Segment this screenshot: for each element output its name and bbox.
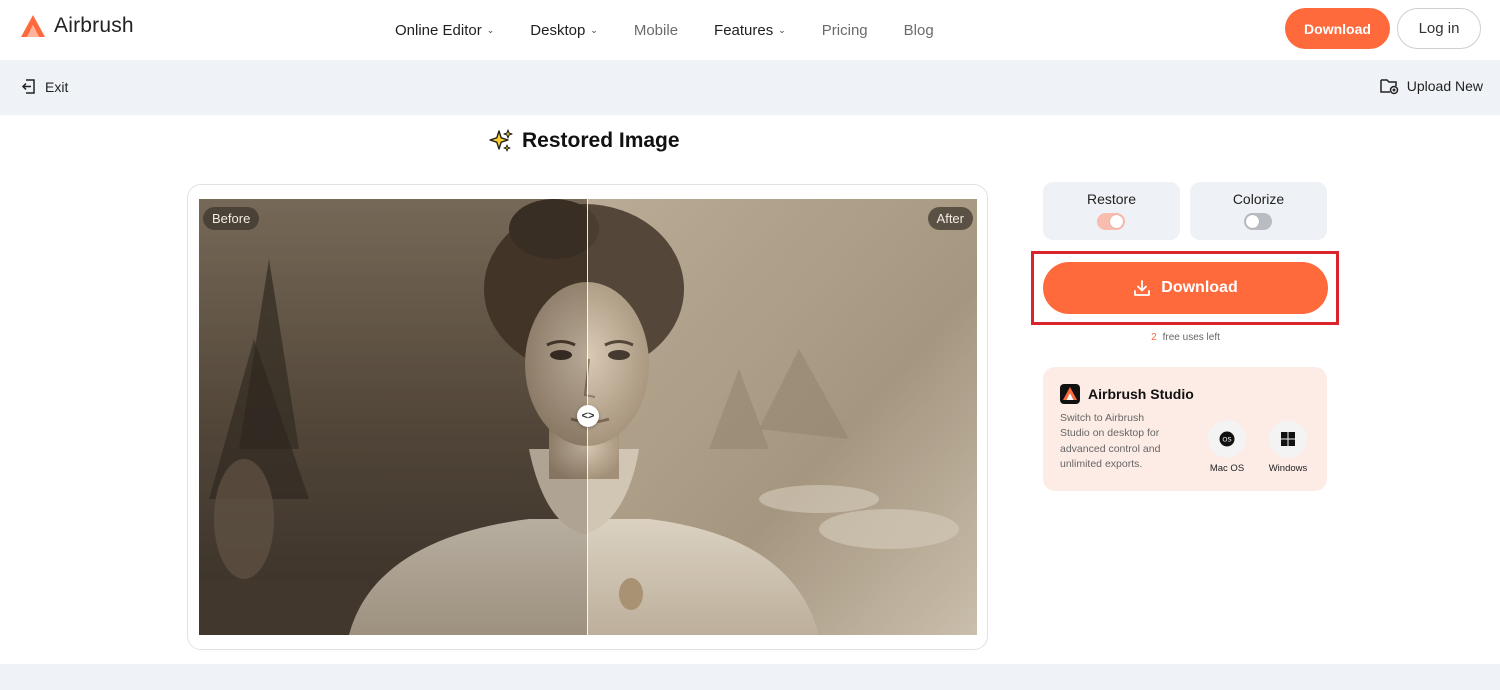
page-title-text: Restored Image — [522, 129, 680, 152]
studio-description: Switch to Airbrush Studio on desktop for… — [1060, 412, 1161, 470]
nav-mobile[interactable]: Mobile — [634, 22, 678, 39]
top-navigation: Airbrush Online Editor ⌄ Desktop ⌄ Mobil… — [0, 0, 1500, 60]
restore-label: Restore — [1086, 191, 1137, 207]
apple-icon: OS — [1219, 431, 1235, 447]
studio-header: Airbrush Studio — [1060, 384, 1194, 404]
brand-name: Airbrush — [54, 14, 134, 37]
footer-strip — [0, 664, 1500, 690]
chevron-down-icon: ⌄ — [778, 24, 786, 35]
nav-features[interactable]: Features ⌄ — [714, 22, 786, 39]
download-icon — [1134, 280, 1151, 296]
airbrush-logo[interactable]: Airbrush — [20, 14, 134, 38]
windows-icon-circle — [1269, 420, 1307, 458]
folder-upload-icon — [1379, 79, 1398, 95]
windows-download-link[interactable]: Windows — [1258, 420, 1318, 474]
download-button[interactable]: Download — [1043, 262, 1328, 314]
nav-online-editor[interactable]: Online Editor ⌄ — [395, 22, 494, 39]
free-uses-count: 2 — [1151, 332, 1157, 343]
nav-label: Online Editor — [395, 21, 482, 39]
after-badge: After — [927, 207, 973, 230]
windows-icon — [1281, 432, 1295, 446]
restore-option[interactable]: Restore — [1043, 182, 1180, 240]
airbrush-studio-icon — [1060, 384, 1080, 404]
free-uses-info: 2 free uses left — [1043, 332, 1328, 343]
nav-desktop[interactable]: Desktop ⌄ — [530, 22, 598, 39]
before-badge: Before — [203, 207, 260, 230]
image-comparer-card: Before After <> — [187, 184, 988, 650]
upload-new-button[interactable]: Upload New — [1379, 76, 1483, 95]
nav-label: Mobile — [633, 21, 679, 39]
editor-toolbar: Exit Upload New — [0, 60, 1500, 115]
studio-title: Airbrush Studio — [1088, 386, 1194, 402]
airbrush-logo-icon — [21, 15, 45, 37]
comparer-drag-handle[interactable]: <> — [577, 405, 599, 427]
chevron-down-icon: ⌄ — [486, 24, 495, 35]
toggle-knob — [1246, 215, 1259, 228]
colorize-toggle[interactable] — [1244, 213, 1272, 230]
platform-label: Mac OS — [1209, 463, 1245, 474]
login-button[interactable]: Log in — [1397, 8, 1481, 49]
page-title: Restored Image — [488, 128, 680, 154]
airbrush-studio-card: Airbrush Studio Switch to Airbrush Studi… — [1043, 367, 1327, 491]
colorize-option[interactable]: Colorize — [1190, 182, 1327, 240]
image-comparer[interactable]: Before After <> — [199, 199, 977, 635]
exit-button[interactable]: Exit — [20, 78, 68, 95]
nav-pricing[interactable]: Pricing — [822, 22, 868, 39]
chevron-down-icon: ⌄ — [590, 24, 598, 35]
macos-download-link[interactable]: OS Mac OS — [1197, 420, 1257, 474]
header-download-button[interactable]: Download — [1285, 8, 1390, 49]
sparkles-icon — [489, 129, 513, 152]
download-label: Download — [1161, 279, 1238, 296]
nav-blog[interactable]: Blog — [904, 22, 934, 39]
nav-label: Pricing — [821, 21, 868, 39]
upload-new-label: Upload New — [1406, 77, 1483, 94]
restore-toggle[interactable] — [1097, 213, 1125, 230]
exit-label: Exit — [45, 78, 69, 95]
apple-icon-circle: OS — [1208, 420, 1246, 458]
main-menu: Online Editor ⌄ Desktop ⌄ Mobile Feature… — [395, 0, 970, 60]
nav-label: Desktop — [530, 21, 586, 39]
exit-icon — [21, 79, 35, 94]
nav-label: Features — [714, 21, 774, 39]
colorize-label: Colorize — [1232, 191, 1285, 207]
free-uses-text: free uses left — [1162, 332, 1220, 343]
toggle-knob — [1110, 215, 1123, 228]
nav-label: Blog — [903, 21, 934, 39]
platform-label: Windows — [1268, 463, 1308, 474]
svg-text:OS: OS — [1222, 436, 1231, 444]
